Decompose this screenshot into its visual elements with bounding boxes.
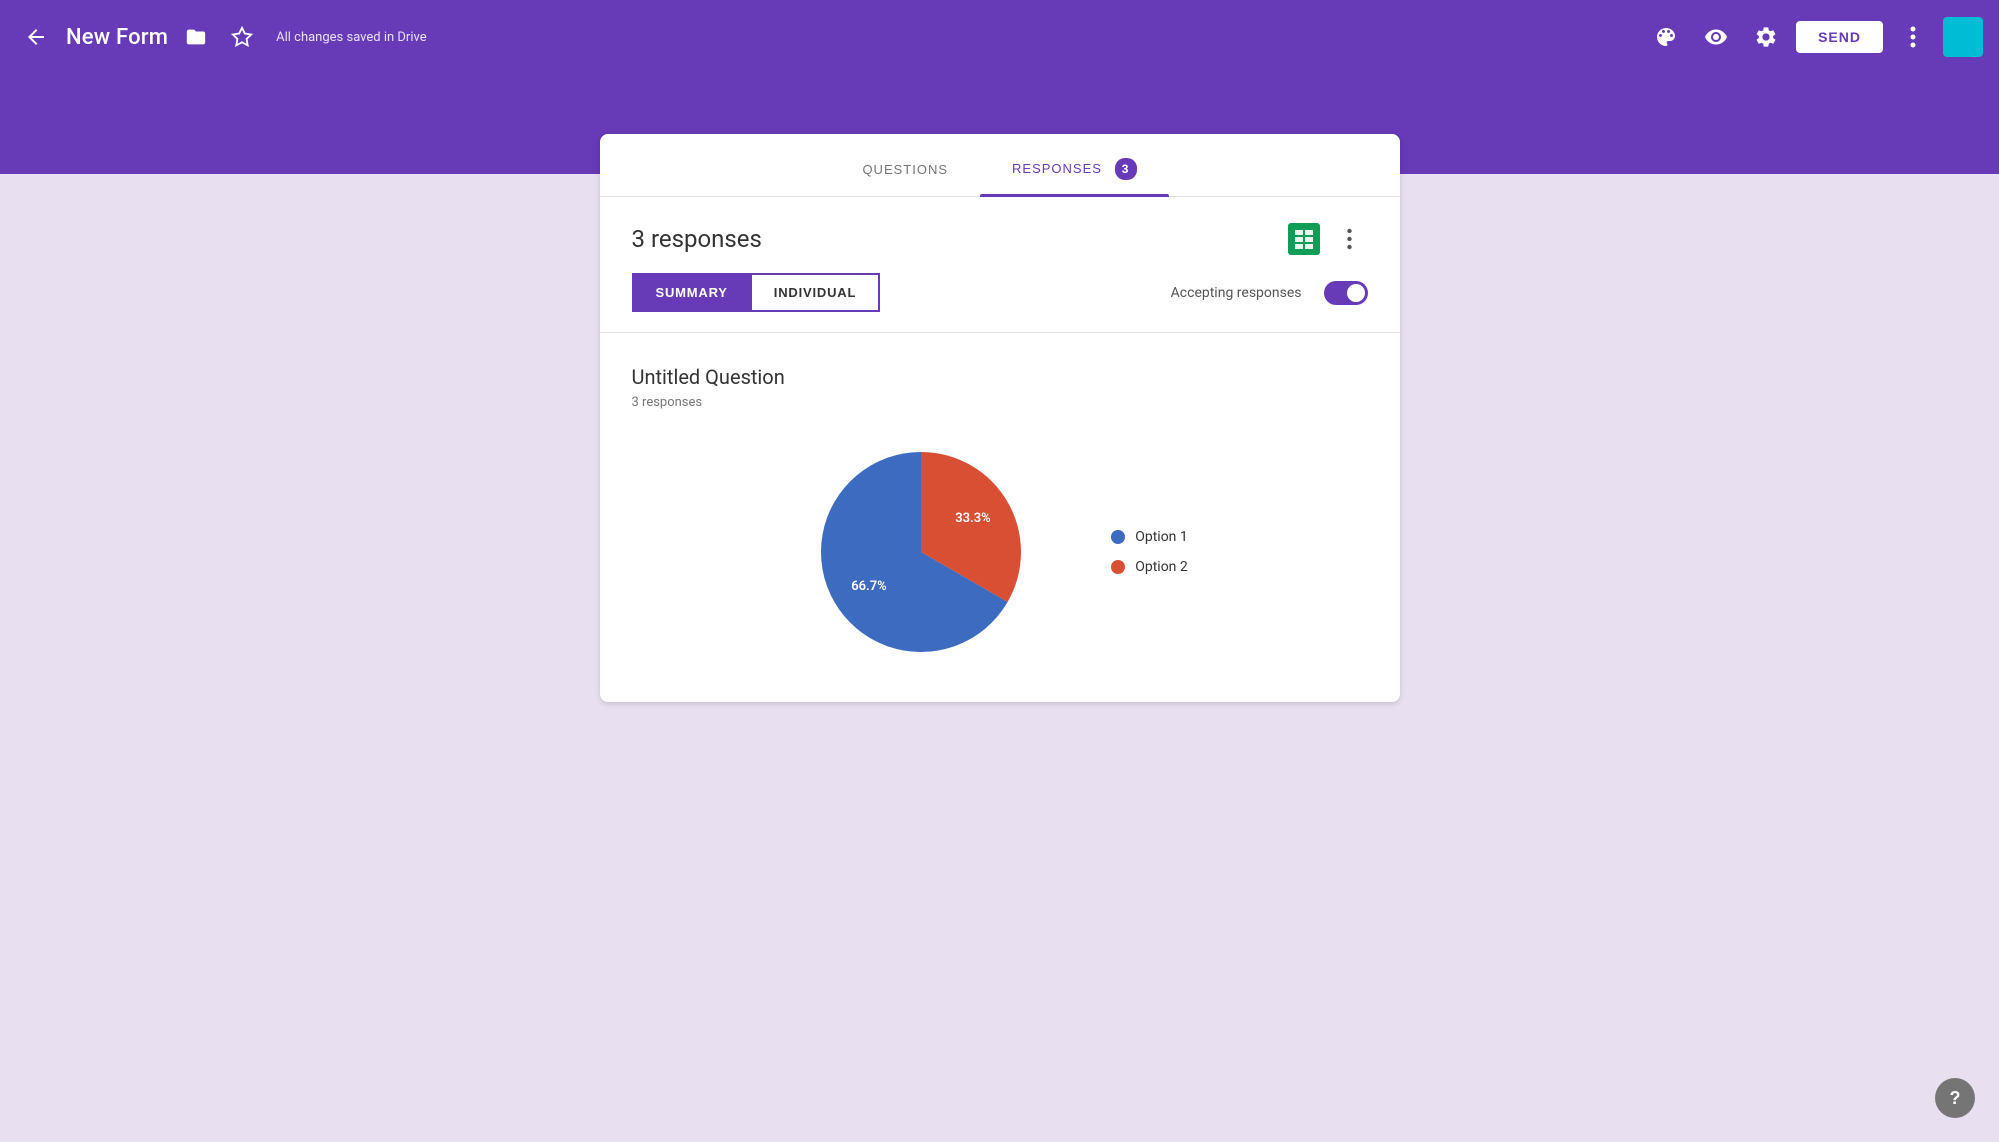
summary-tab[interactable]: SUMMARY (632, 273, 752, 312)
send-button[interactable]: SEND (1796, 21, 1883, 53)
legend-dot-option2 (1111, 560, 1125, 574)
legend-item-option2: Option 2 (1111, 559, 1188, 575)
folder-icon[interactable] (178, 19, 214, 55)
responses-badge: 3 (1115, 158, 1137, 180)
individual-tab[interactable]: INDIVIDUAL (752, 273, 880, 312)
tab-responses[interactable]: RESPONSES 3 (980, 142, 1169, 196)
main-content: QUESTIONS RESPONSES 3 3 responses (0, 174, 1999, 702)
tab-bar: QUESTIONS RESPONSES 3 (600, 134, 1400, 197)
pie-label-option2: 33.3% (955, 511, 991, 526)
palette-button[interactable] (1646, 17, 1686, 57)
pie-label-option1: 66.7% (851, 579, 887, 594)
question-section: Untitled Question 3 responses (600, 333, 1400, 702)
response-header-actions (1288, 221, 1368, 257)
back-button[interactable] (16, 17, 56, 57)
accepting-toggle[interactable] (1324, 281, 1368, 305)
form-title: New Form (66, 25, 168, 50)
legend-label-option2: Option 2 (1135, 559, 1188, 575)
saved-status: All changes saved in Drive (276, 30, 427, 45)
question-title: Untitled Question (632, 365, 1368, 389)
accepting-responses-row: Accepting responses (1171, 281, 1368, 305)
accepting-label: Accepting responses (1171, 285, 1302, 301)
response-header: 3 responses (600, 197, 1400, 273)
preview-button[interactable] (1696, 17, 1736, 57)
chart-area: 33.3% 66.7% Option 1 Option 2 (632, 442, 1368, 662)
header-left: New Form All changes saved in Drive (16, 17, 1634, 57)
response-count: 3 responses (632, 225, 762, 253)
sheets-icon-button[interactable] (1288, 223, 1320, 255)
star-icon[interactable] (224, 19, 260, 55)
settings-button[interactable] (1746, 17, 1786, 57)
app-header: New Form All changes saved in Drive SEND (0, 0, 1999, 74)
form-card: QUESTIONS RESPONSES 3 3 responses (600, 134, 1400, 702)
response-more-button[interactable] (1332, 221, 1368, 257)
pie-chart: 33.3% 66.7% (811, 442, 1031, 662)
help-button[interactable]: ? (1935, 1078, 1975, 1118)
legend-label-option1: Option 1 (1135, 529, 1188, 545)
more-options-button[interactable] (1893, 17, 1933, 57)
legend-dot-option1 (1111, 530, 1125, 544)
avatar[interactable] (1943, 17, 1983, 57)
view-toggle: SUMMARY INDIVIDUAL (632, 273, 881, 312)
question-response-count: 3 responses (632, 395, 1368, 410)
legend-item-option1: Option 1 (1111, 529, 1188, 545)
chart-legend: Option 1 Option 2 (1111, 529, 1188, 575)
tab-questions[interactable]: QUESTIONS (830, 142, 980, 196)
header-right: SEND (1646, 17, 1983, 57)
